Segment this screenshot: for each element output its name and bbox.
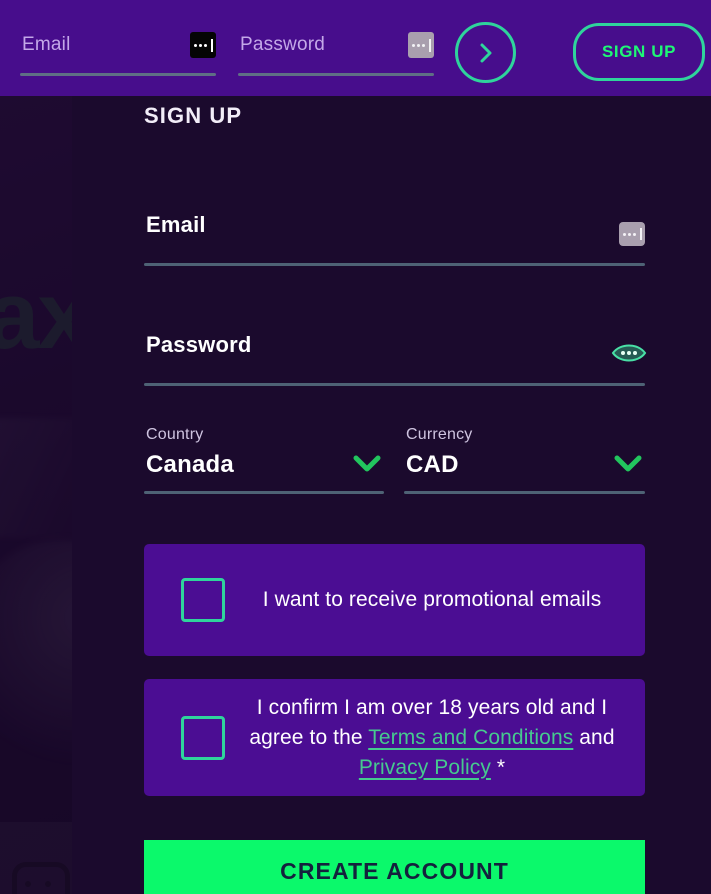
topbar-login-arrow-button[interactable]	[455, 22, 516, 83]
email-dots-caret-icon[interactable]	[619, 222, 645, 246]
page-title: SIGN UP	[144, 103, 243, 128]
promotional-emails-row[interactable]: I want to receive promotional emails	[144, 544, 645, 656]
promotional-emails-checkbox[interactable]	[181, 578, 225, 622]
topbar-email-placeholder: Email	[22, 34, 71, 55]
top-navigation-bar: Email Password SIGN UP	[0, 0, 711, 96]
currency-chevron-down-icon[interactable]	[613, 454, 643, 478]
topbar-email-field[interactable]: Email	[20, 24, 216, 76]
currency-label: Currency	[406, 426, 473, 443]
chevron-right-icon	[480, 43, 491, 62]
password-label: Password	[146, 332, 252, 357]
password-eye-visibility-icon[interactable]	[611, 338, 647, 368]
topbar-password-field[interactable]: Password	[238, 24, 434, 76]
currency-underline	[404, 491, 645, 494]
currency-select[interactable]: Currency CAD	[404, 426, 645, 494]
create-account-button[interactable]: CREATE ACCOUNT	[144, 840, 645, 894]
terms-and-conditions-link[interactable]: Terms and Conditions	[368, 726, 573, 749]
email-underline	[144, 263, 645, 266]
country-label: Country	[146, 426, 204, 443]
promotional-emails-label: I want to receive promotional emails	[262, 588, 602, 611]
terms-required-asterisk: *	[490, 755, 506, 779]
terms-text-middle: and	[573, 725, 615, 749]
topbar-email-dots-caret-icon[interactable]	[190, 32, 216, 58]
country-chevron-down-icon[interactable]	[352, 454, 382, 478]
topbar-password-dots-caret-icon[interactable]	[408, 32, 434, 58]
terms-agreement-checkbox[interactable]	[181, 715, 225, 760]
email-field[interactable]: Email	[144, 204, 645, 266]
topbar-password-placeholder: Password	[240, 34, 326, 55]
topbar-password-underline	[238, 73, 434, 76]
email-label: Email	[146, 212, 206, 237]
terms-agreement-label: I confirm I am over 18 years old and I a…	[225, 693, 645, 783]
signup-modal: SIGN UP Email Password Country Canada Cu…	[72, 96, 711, 894]
eye-icon	[611, 344, 647, 362]
topbar-email-underline	[20, 73, 216, 76]
password-underline	[144, 383, 645, 386]
privacy-policy-link[interactable]: Privacy Policy	[359, 756, 491, 779]
country-select[interactable]: Country Canada	[144, 426, 384, 494]
country-value: Canada	[146, 451, 234, 478]
terms-agreement-row[interactable]: I confirm I am over 18 years old and I a…	[144, 679, 645, 796]
password-field[interactable]: Password	[144, 324, 647, 386]
topbar-signup-button[interactable]: SIGN UP	[573, 23, 705, 81]
currency-value: CAD	[406, 451, 459, 478]
country-underline	[144, 491, 384, 494]
